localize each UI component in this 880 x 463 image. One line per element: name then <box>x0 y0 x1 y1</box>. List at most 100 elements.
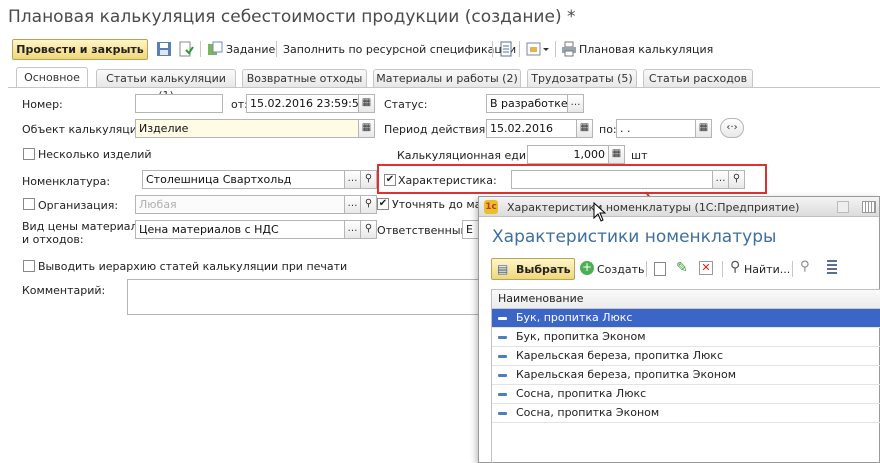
toolbar-separator <box>276 41 277 57</box>
comment-field[interactable] <box>127 279 479 315</box>
add-icon[interactable]: + <box>580 261 594 275</box>
highlight-frame <box>377 164 767 194</box>
toolbar-separator <box>792 261 793 277</box>
page-title: Плановая калькуляция себестоимости проду… <box>8 7 576 27</box>
tab-materials[interactable]: Материалы и работы (2) <box>373 69 521 88</box>
several-items-checkbox[interactable] <box>23 148 35 160</box>
organization-select-button[interactable]: … <box>344 195 361 214</box>
printer-icon[interactable] <box>561 41 577 57</box>
unit-measure-label: шт <box>631 149 648 162</box>
toolbar-separator <box>646 261 647 277</box>
app-logo-icon: 1c <box>484 200 498 214</box>
post-document-icon[interactable] <box>178 41 194 57</box>
tab-expense-items[interactable]: Статьи расходов <box>643 69 753 88</box>
table-row[interactable]: Сосна, пропитка Эконом <box>492 404 880 423</box>
toolbar-separator <box>555 41 556 57</box>
search-icon[interactable]: ⚲ <box>360 195 377 214</box>
status-field[interactable]: В разработке <box>486 94 568 113</box>
toolbar-separator <box>492 41 493 57</box>
table-row[interactable]: Бук, пропитка Люкс <box>492 309 880 328</box>
select-label: Выбрать <box>516 263 571 276</box>
item-icon <box>498 374 507 377</box>
organization-checkbox[interactable] <box>23 198 35 210</box>
delete-icon[interactable]: ✕ <box>699 261 713 275</box>
search-icon[interactable]: ⚲ <box>360 170 377 189</box>
select-button[interactable]: ▤ Выбрать <box>491 258 575 280</box>
several-items-label: Несколько изделий <box>38 148 152 161</box>
status-select-button[interactable]: … <box>567 94 584 113</box>
price-type-select-button[interactable]: … <box>344 220 361 239</box>
tab-return-waste[interactable]: Возвратные отходы <box>242 69 367 88</box>
post-and-close-button[interactable]: Провести и закрыть <box>12 39 148 60</box>
period-to-field[interactable]: . . <box>616 119 696 138</box>
item-icon <box>498 412 507 415</box>
list-icon[interactable] <box>498 41 514 57</box>
organization-label: Организация: <box>38 199 119 212</box>
column-header-name[interactable]: Наименование <box>492 290 880 309</box>
nomenclature-label: Номенклатура: <box>22 175 111 188</box>
hierarchy-checkbox[interactable] <box>23 260 35 272</box>
save-icon[interactable] <box>156 41 172 57</box>
popup-titlebar: 1c Характеристики номенклатуры (1С:Предп… <box>479 197 879 217</box>
print-dropdown-icon[interactable] <box>526 41 550 57</box>
price-type-field[interactable]: Цена материалов с НДС <box>135 220 345 239</box>
window-control-icon[interactable] <box>837 201 849 213</box>
task-icon[interactable] <box>207 41 223 57</box>
number-label: Номер: <box>22 98 63 111</box>
fill-by-spec-button[interactable]: Заполнить по ресурсной спецификации <box>283 43 516 56</box>
select-icon: ▤ <box>497 262 509 276</box>
number-field[interactable] <box>135 94 223 113</box>
calendar-icon[interactable]: ▦ <box>358 94 375 113</box>
table-row[interactable]: Карельская береза, пропитка Эконом <box>492 366 880 385</box>
tab-calc-items[interactable]: Статьи калькуляции (1) <box>96 69 236 102</box>
toolbar-separator <box>200 41 201 57</box>
organization-field[interactable]: Любая <box>135 195 345 214</box>
table-row[interactable]: Карельская береза, пропитка Люкс <box>492 347 880 366</box>
hierarchy-label: Выводить иерархию статей калькуляции при… <box>38 260 348 273</box>
period-from-field[interactable]: 15.02.2016 <box>486 119 577 138</box>
date-field[interactable]: 15.02.2016 23:59:59 <box>246 94 359 113</box>
calendar-icon[interactable]: ▦ <box>576 119 593 138</box>
cancel-search-icon[interactable]: ⚲ <box>800 259 810 274</box>
toolbar-separator <box>722 261 723 277</box>
period-expand-button[interactable]: ‹·› <box>720 118 744 138</box>
nomenclature-field[interactable]: Столешница Свартхольд <box>142 170 345 189</box>
calendar-icon[interactable]: ▦ <box>695 119 712 138</box>
edit-icon[interactable]: ✎ <box>676 260 688 276</box>
item-icon <box>498 393 507 396</box>
characteristics-table: Наименование Бук, пропитка Люкс Бук, про… <box>491 289 880 463</box>
find-button[interactable]: Найти... <box>744 263 790 276</box>
window-menu-icon[interactable] <box>862 201 876 213</box>
object-dropdown-icon[interactable]: ▦ <box>358 119 375 138</box>
print-calculation-button[interactable]: Плановая калькуляция <box>579 43 713 56</box>
table-row[interactable]: Бук, пропитка Эконом <box>492 328 880 347</box>
table-row[interactable]: Сосна, пропитка Люкс <box>492 385 880 404</box>
comment-label: Комментарий: <box>22 284 106 297</box>
popup-header: Характеристики номенклатуры <box>492 227 777 247</box>
list-settings-icon[interactable] <box>827 260 837 275</box>
unit-quantity-field[interactable]: 1,000 <box>527 145 609 164</box>
calculator-icon[interactable]: ▦ <box>608 145 625 164</box>
status-label: Статус: <box>384 98 428 111</box>
search-icon[interactable]: ⚲ <box>360 220 377 239</box>
tab-bar: Основное Статьи калькуляции (1) Возвратн… <box>0 67 880 102</box>
nomenclature-select-button[interactable]: … <box>344 170 361 189</box>
period-to-label: по: <box>599 123 617 136</box>
item-icon <box>498 336 507 339</box>
period-label: Период действия с: <box>384 123 499 136</box>
toolbar-separator <box>519 41 520 57</box>
toolbar: Провести и закрыть Задание Заполнить по … <box>0 37 880 61</box>
object-label: Объект калькуляции: <box>22 123 148 136</box>
refine-checkbox[interactable]: ✔ <box>377 198 389 210</box>
tab-labor[interactable]: Трудозатраты (5) <box>527 69 637 88</box>
mouse-cursor-icon <box>593 202 607 222</box>
characteristics-popup: 1c Характеристики номенклатуры (1С:Предп… <box>478 196 880 463</box>
copy-icon[interactable] <box>654 262 666 276</box>
popup-titlebar-text: Характеристики номенклатуры (1С:Предприя… <box>507 201 800 214</box>
object-field[interactable]: Изделие <box>135 119 359 138</box>
tab-main[interactable]: Основное <box>16 67 88 88</box>
task-button[interactable]: Задание <box>226 43 275 56</box>
create-button[interactable]: Создать <box>597 263 645 276</box>
tab-divider <box>8 87 880 88</box>
search-icon[interactable]: ⚲ <box>730 259 740 275</box>
